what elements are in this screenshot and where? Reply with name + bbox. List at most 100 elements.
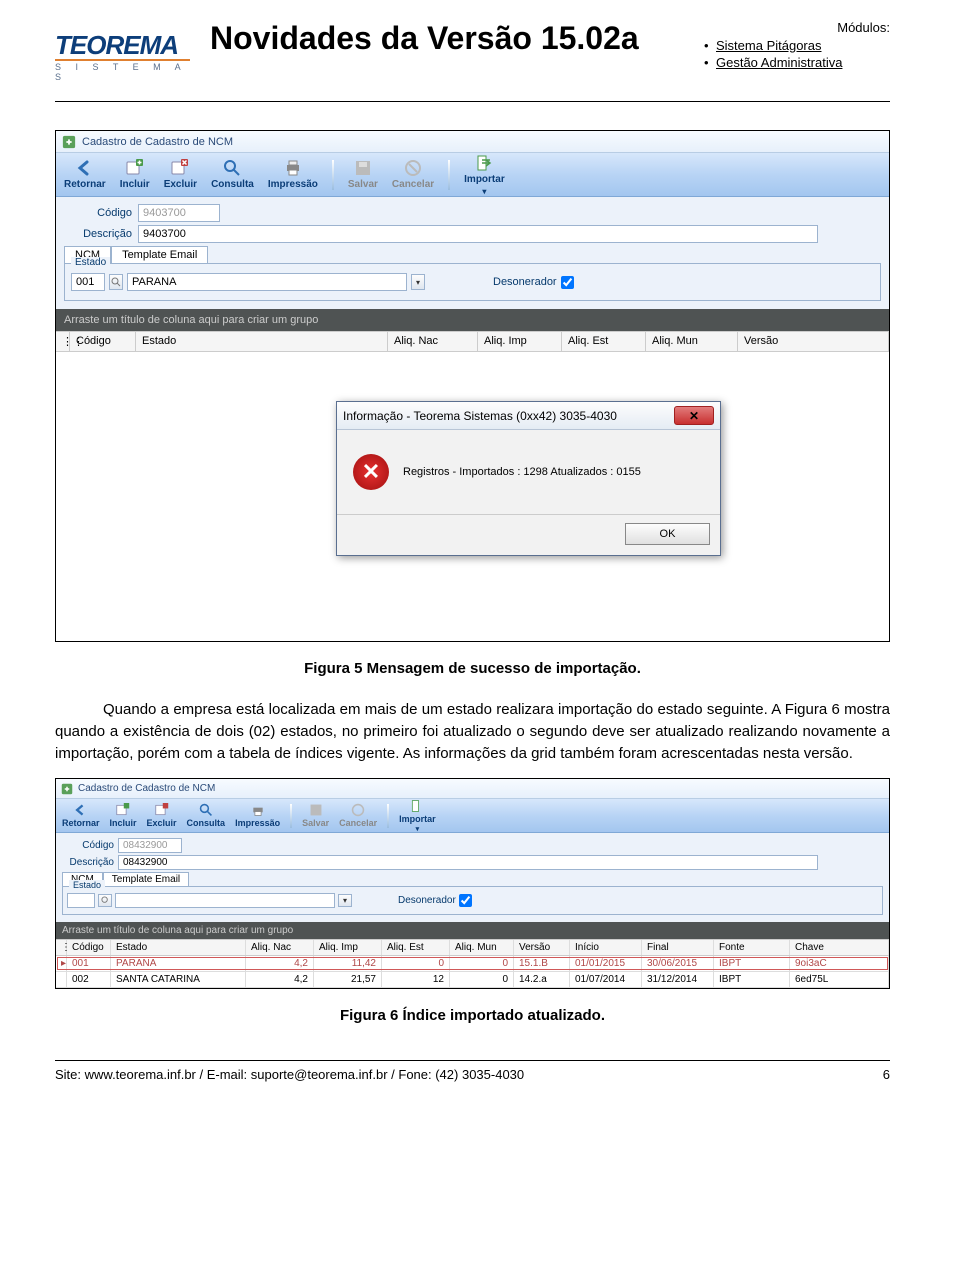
window-titlebar: Cadastro de Cadastro de NCM bbox=[56, 131, 889, 153]
grid-col-aliqimp[interactable]: Aliq. Imp bbox=[478, 332, 562, 351]
print-icon bbox=[251, 803, 265, 817]
codigo-input[interactable] bbox=[118, 838, 182, 853]
search-icon bbox=[199, 803, 213, 817]
table-row[interactable]: 002 SANTA CATARINA 4,2 21,57 12 0 14.2.a… bbox=[56, 972, 889, 988]
search-icon bbox=[223, 159, 241, 177]
grid-col-aliqest[interactable]: Aliq. Est bbox=[562, 332, 646, 351]
salvar-button: Salvar bbox=[348, 159, 378, 190]
doc-title: Novidades da Versão 15.02a bbox=[210, 20, 680, 57]
tab-template-email[interactable]: Template Email bbox=[111, 246, 208, 263]
importar-button[interactable]: Importar▾ bbox=[399, 799, 436, 833]
app-icon bbox=[62, 135, 76, 149]
import-icon bbox=[475, 154, 493, 172]
cancel-icon bbox=[404, 159, 422, 177]
grid-col-aliqmun[interactable]: Aliq. Mun bbox=[646, 332, 738, 351]
importar-button[interactable]: Importar▾ bbox=[464, 154, 505, 196]
doc-header: TEOREMA S I S T E M A S Novidades da Ver… bbox=[55, 20, 890, 83]
toolbar-separator bbox=[290, 804, 292, 828]
logo: TEOREMA S I S T E M A S bbox=[55, 20, 190, 83]
desonerador-label: Desonerador bbox=[398, 895, 456, 906]
estado-code-input[interactable] bbox=[71, 273, 105, 291]
module-item: Sistema Pitágoras bbox=[700, 38, 890, 53]
grid-col-estado[interactable]: Estado bbox=[136, 332, 388, 351]
grid-col[interactable]: Final bbox=[642, 940, 714, 955]
incluir-button[interactable]: Incluir bbox=[120, 159, 150, 190]
impressao-button[interactable]: Impressão bbox=[268, 159, 318, 190]
grid-col[interactable]: Aliq. Nac bbox=[246, 940, 314, 955]
estado-fieldset: Estado ▾ Desonerador bbox=[62, 886, 883, 915]
group-hint-bar: Arraste um título de coluna aqui para cr… bbox=[56, 922, 889, 939]
header-rule bbox=[55, 101, 890, 102]
cancel-icon bbox=[351, 803, 365, 817]
toolbar: Retornar Incluir Excluir Consulta Impres… bbox=[56, 799, 889, 833]
grid-selector-col: ⋮⋮ bbox=[56, 332, 70, 351]
close-icon: ✕ bbox=[689, 409, 699, 423]
grid-col[interactable]: Chave bbox=[790, 940, 889, 955]
grid-col-codigo[interactable]: Código bbox=[70, 332, 136, 351]
desonerador-checkbox[interactable] bbox=[459, 894, 472, 907]
plus-icon bbox=[126, 159, 144, 177]
group-hint-bar: Arraste um título de coluna aqui para cr… bbox=[56, 309, 889, 331]
desonerador-checkbox[interactable] bbox=[561, 276, 574, 289]
excluir-button[interactable]: Excluir bbox=[147, 803, 177, 828]
tab-template-email[interactable]: Template Email bbox=[103, 872, 189, 886]
estado-name-input[interactable] bbox=[115, 893, 335, 908]
estado-lookup-button[interactable] bbox=[109, 274, 123, 290]
plus-icon bbox=[116, 803, 130, 817]
row-indicator: ▸ bbox=[56, 956, 67, 971]
estado-fieldset: Estado ▾ Desonerador bbox=[64, 263, 881, 301]
grid-col[interactable]: Aliq. Imp bbox=[314, 940, 382, 955]
consulta-button[interactable]: Consulta bbox=[211, 159, 254, 190]
back-arrow-icon bbox=[74, 803, 88, 817]
codigo-label: Código bbox=[64, 207, 132, 219]
caption-2: Figura 6 Índice importado atualizado. bbox=[55, 1007, 890, 1024]
descricao-input[interactable] bbox=[138, 225, 818, 243]
retornar-button[interactable]: Retornar bbox=[62, 803, 100, 828]
window-title: Cadastro de Cadastro de NCM bbox=[78, 783, 215, 794]
estado-dropdown-button[interactable]: ▾ bbox=[411, 274, 425, 290]
tab-strip: NCM Template Email bbox=[64, 246, 881, 263]
screenshot-2: Cadastro de Cadastro de NCM Retornar Inc… bbox=[55, 778, 890, 989]
grid-col[interactable]: Fonte bbox=[714, 940, 790, 955]
lookup-icon bbox=[111, 277, 121, 287]
grid-header: ⋮ Código Estado Aliq. Nac Aliq. Imp Aliq… bbox=[56, 939, 889, 956]
estado-lookup-button[interactable] bbox=[98, 894, 112, 907]
app-icon bbox=[61, 783, 73, 795]
grid-col[interactable]: Versão bbox=[514, 940, 570, 955]
grid-col-versao[interactable]: Versão bbox=[738, 332, 889, 351]
estado-name-input[interactable] bbox=[127, 273, 407, 291]
module-item: Gestão Administrativa bbox=[700, 55, 890, 70]
cancelar-button: Cancelar bbox=[339, 803, 377, 828]
retornar-button[interactable]: Retornar bbox=[64, 159, 106, 190]
footer-rule bbox=[55, 1060, 890, 1061]
ok-button[interactable]: OK bbox=[625, 523, 710, 545]
grid-col[interactable]: Código bbox=[67, 940, 111, 955]
grid-col-aliqnac[interactable]: Aliq. Nac bbox=[388, 332, 478, 351]
dialog-close-button[interactable]: ✕ bbox=[674, 406, 714, 425]
toolbar-separator bbox=[332, 160, 334, 190]
grid-col[interactable]: Aliq. Est bbox=[382, 940, 450, 955]
codigo-label: Código bbox=[62, 840, 114, 851]
descricao-input[interactable] bbox=[118, 855, 818, 870]
grid-col[interactable]: Estado bbox=[111, 940, 246, 955]
footer-contact: Site: www.teorema.inf.br / E-mail: supor… bbox=[55, 1067, 524, 1082]
window-title: Cadastro de Cadastro de NCM bbox=[82, 136, 233, 148]
grid-col[interactable]: Início bbox=[570, 940, 642, 955]
consulta-button[interactable]: Consulta bbox=[187, 803, 226, 828]
print-icon bbox=[284, 159, 302, 177]
grid-sel-col: ⋮ bbox=[56, 940, 67, 955]
lookup-icon bbox=[101, 896, 110, 905]
table-row[interactable]: ▸ 001 PARANA 4,2 11,42 0 0 15.1.B 01/01/… bbox=[56, 956, 889, 972]
impressao-button[interactable]: Impressão bbox=[235, 803, 280, 828]
desonerador-label: Desonerador bbox=[493, 276, 557, 288]
grid-col[interactable]: Aliq. Mun bbox=[450, 940, 514, 955]
codigo-input[interactable] bbox=[138, 204, 220, 222]
screenshot-1: Cadastro de Cadastro de NCM Retornar Inc… bbox=[55, 130, 890, 642]
error-icon: ✕ bbox=[353, 454, 389, 490]
caption-1: Figura 5 Mensagem de sucesso de importaç… bbox=[55, 660, 890, 677]
incluir-button[interactable]: Incluir bbox=[110, 803, 137, 828]
estado-dropdown-button[interactable]: ▾ bbox=[338, 894, 352, 907]
excluir-button[interactable]: Excluir bbox=[164, 159, 197, 190]
estado-code-input[interactable] bbox=[67, 893, 95, 908]
descricao-label: Descrição bbox=[64, 228, 132, 240]
